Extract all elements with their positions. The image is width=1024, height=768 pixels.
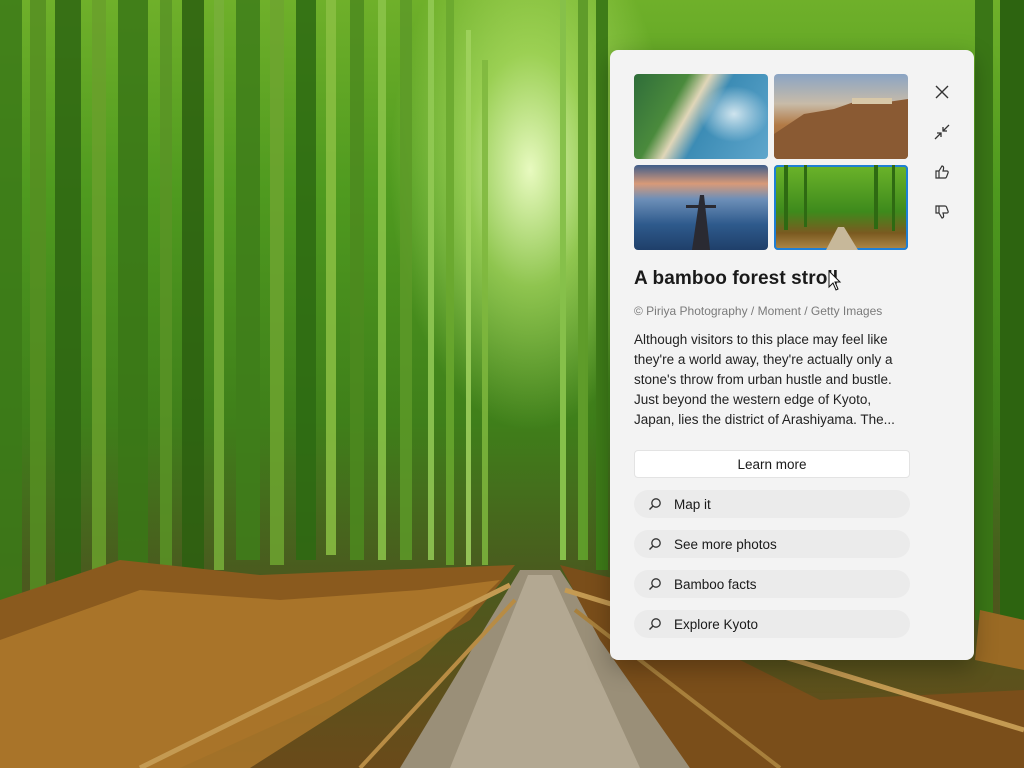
search-icon	[648, 536, 664, 552]
search-label: See more photos	[674, 536, 777, 552]
search-label: Map it	[674, 496, 711, 512]
search-icon	[648, 616, 664, 632]
panel-actions	[928, 78, 956, 238]
search-label: Bamboo facts	[674, 576, 757, 592]
spotlight-panel: A bamboo forest stroll © Piriya Photogra…	[610, 50, 974, 660]
thumbnail-grid	[634, 74, 910, 252]
learn-more-button[interactable]: Learn more	[634, 450, 910, 478]
search-icon	[648, 496, 664, 512]
search-icon	[648, 576, 664, 592]
search-label: Explore Kyoto	[674, 616, 759, 632]
minimize-icon[interactable]	[928, 118, 956, 146]
search-map-it[interactable]: Map it	[634, 490, 910, 518]
cliff-bridge-thumbnail[interactable]	[774, 74, 908, 159]
thumbs-up-icon[interactable]	[928, 158, 956, 186]
bamboo-forest-thumbnail[interactable]	[774, 165, 908, 250]
coastal-beach-thumbnail[interactable]	[634, 74, 768, 159]
search-bamboo-facts[interactable]: Bamboo facts	[634, 570, 910, 598]
thumbs-down-icon[interactable]	[928, 198, 956, 226]
close-icon[interactable]	[928, 78, 956, 106]
image-title: A bamboo forest stroll	[634, 268, 839, 289]
photo-credit: © Piriya Photography / Moment / Getty Im…	[634, 304, 883, 318]
pier-sunset-thumbnail[interactable]	[634, 165, 768, 250]
image-description: Although visitors to this place may feel…	[634, 332, 895, 427]
search-see-more-photos[interactable]: See more photos	[634, 530, 910, 558]
search-explore-kyoto[interactable]: Explore Kyoto	[634, 610, 910, 638]
mouse-cursor-icon	[828, 270, 842, 291]
